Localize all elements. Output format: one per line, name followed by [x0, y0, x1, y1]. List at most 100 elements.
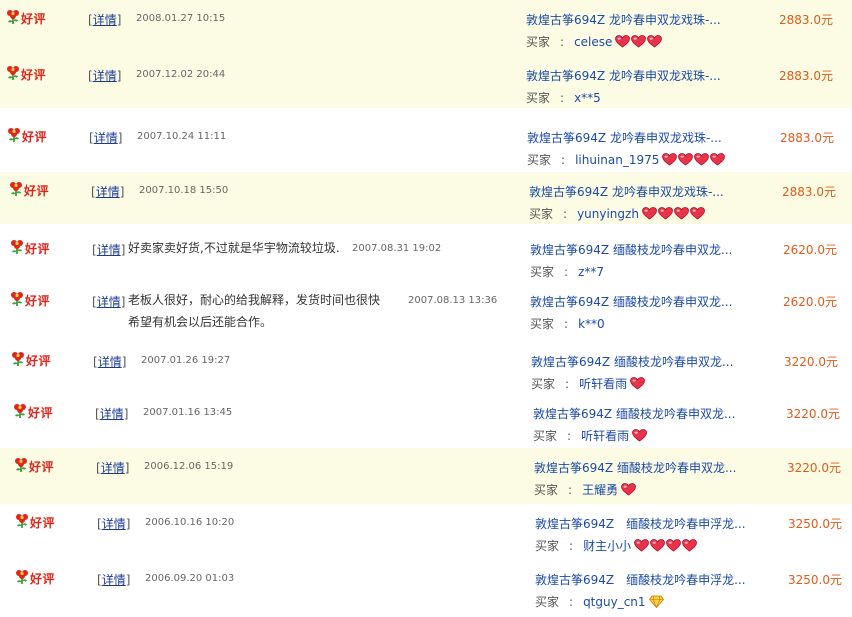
buyer-name[interactable]: 财主小小: [583, 537, 631, 554]
detail-link[interactable]: [详情]: [97, 515, 130, 532]
rating-label: 好评: [21, 68, 47, 82]
heart-icon: [650, 539, 665, 552]
detail-link[interactable]: [详情]: [89, 129, 122, 146]
price: 3220.0元: [784, 355, 838, 369]
detail-label[interactable]: 详情: [93, 69, 117, 83]
heart-icon: [666, 539, 681, 552]
rating-badge: 好评: [15, 513, 55, 532]
item-link[interactable]: 敦煌古筝694Z 缅酸枝龙吟春申双龙...: [531, 353, 733, 370]
item-link[interactable]: 敦煌古筝694Z 龙吟春申双龙戏珠-...: [526, 11, 721, 28]
buyer-name[interactable]: qtguy_cn1: [583, 595, 645, 609]
detail-label[interactable]: 详情: [97, 295, 121, 309]
price: 2883.0元: [779, 13, 833, 27]
detail-link[interactable]: [详情]: [88, 11, 121, 28]
buyer-name[interactable]: lihuinan_1975: [575, 153, 659, 167]
item-link[interactable]: 敦煌古筝694Z 缅酸枝龙吟春申双龙...: [533, 405, 735, 422]
buyer-info: 买家: yunyingzh: [529, 205, 706, 222]
flower-icon: [13, 403, 27, 422]
item-link[interactable]: 敦煌古筝694Z 龙吟春申双龙戏珠-...: [529, 183, 724, 200]
detail-link[interactable]: [详情]: [88, 67, 121, 84]
buyer-name[interactable]: x**5: [574, 91, 601, 105]
rating-label: 好评: [29, 460, 55, 474]
feedback-time: 2007.01.26 19:27: [141, 355, 231, 366]
feedback-list: 好评 [详情] 2008.01.27 10:15 敦煌古筝694Z 龙吟春申双龙戏珠-…: [0, 0, 852, 617]
heart-icon: [674, 207, 689, 220]
feedback-row: 好评 [详情] 2006.12.06 15:19 敦煌古筝694Z 缅酸枝龙吟春申双龙…: [0, 448, 852, 504]
detail-label[interactable]: 详情: [101, 461, 125, 475]
buyer-separator: :: [560, 90, 565, 105]
detail-link[interactable]: [详情]: [92, 241, 125, 258]
buyer-info: 买家: qtguy_cn1: [535, 593, 664, 610]
rating-label: 好评: [21, 12, 47, 26]
rating-badge: 好评: [6, 9, 46, 28]
price: 3220.0元: [786, 407, 840, 421]
item-link[interactable]: 敦煌古筝694Z 缅酸枝龙吟春申浮龙...: [535, 571, 746, 588]
item-link[interactable]: 敦煌古筝694Z 龙吟春申双龙戏珠-...: [526, 67, 721, 84]
buyer-separator: :: [568, 482, 573, 497]
rating-badge: 好评: [6, 65, 46, 84]
buyer-name[interactable]: 听轩看雨: [581, 427, 629, 444]
credit-hearts: [642, 207, 706, 220]
rating-label: 好评: [28, 406, 54, 420]
heart-icon: [647, 35, 663, 48]
heart-icon: [634, 539, 649, 552]
feedback-row: 好评 [详情] 老板人很好，耐心的给我解释，发货时间也很快 希望有机会以后还能合作。 2…: [0, 282, 852, 338]
buyer-name[interactable]: 王耀勇: [582, 481, 618, 498]
item-link[interactable]: 敦煌古筝694Z 缅酸枝龙吟春申双龙...: [530, 241, 732, 258]
buyer-info: 买家: 听轩看雨: [531, 375, 646, 392]
heart-icon: [662, 153, 678, 166]
item-link[interactable]: 敦煌古筝694Z 缅酸枝龙吟春申浮龙...: [535, 515, 746, 532]
detail-label[interactable]: 详情: [98, 355, 122, 369]
buyer-separator: :: [564, 264, 569, 279]
detail-label[interactable]: 详情: [93, 13, 117, 27]
buyer-name[interactable]: z**7: [578, 265, 604, 279]
buyer-name[interactable]: celese: [574, 35, 612, 49]
heart-icon: [642, 207, 657, 220]
rating-label: 好评: [24, 184, 50, 198]
detail-link[interactable]: [详情]: [92, 293, 125, 310]
detail-label[interactable]: 详情: [102, 517, 126, 531]
flower-icon: [9, 181, 23, 200]
feedback-time: 2006.12.06 15:19: [144, 461, 234, 472]
detail-label[interactable]: 详情: [100, 407, 124, 421]
detail-link[interactable]: [详情]: [93, 353, 126, 370]
detail-link[interactable]: [详情]: [96, 459, 129, 476]
buyer-info: 买家: celese: [526, 33, 663, 50]
feedback-time: 2007.12.02 20:44: [136, 69, 226, 80]
item-link[interactable]: 敦煌古筝694Z 缅酸枝龙吟春申双龙...: [534, 459, 736, 476]
buyer-info: 买家: x**5: [526, 89, 601, 106]
detail-label[interactable]: 详情: [97, 243, 121, 257]
feedback-time: 2007.08.13 13:36: [408, 295, 498, 306]
rating-label: 好评: [30, 572, 56, 586]
rating-badge: 好评: [15, 569, 55, 588]
diamond-icon: [648, 595, 664, 609]
detail-link[interactable]: [详情]: [97, 571, 130, 588]
buyer-name[interactable]: yunyingzh: [577, 207, 639, 221]
heart-icon: [658, 207, 673, 220]
detail-link[interactable]: [详情]: [91, 183, 124, 200]
detail-label[interactable]: 详情: [102, 573, 126, 587]
buyer-separator: :: [564, 316, 569, 331]
detail-link[interactable]: [详情]: [95, 405, 128, 422]
item-link[interactable]: 敦煌古筝694Z 缅酸枝龙吟春申双龙...: [530, 293, 732, 310]
item-link[interactable]: 敦煌古筝694Z 龙吟春申双龙戏珠-...: [527, 129, 722, 146]
feedback-time: 2007.08.31 19:02: [352, 243, 442, 254]
rating-badge: 好评: [10, 291, 50, 310]
rating-badge: 好评: [9, 181, 49, 200]
buyer-info: 买家: k**0: [530, 315, 605, 332]
detail-label[interactable]: 详情: [96, 185, 120, 199]
feedback-time: 2007.01.16 13:45: [143, 407, 233, 418]
feedback-row: 好评 [详情] 2007.10.24 11:11 敦煌古筝694Z 龙吟春申双龙戏珠-…: [0, 118, 852, 170]
price: 2620.0元: [783, 295, 837, 309]
buyer-name[interactable]: 听轩看雨: [579, 375, 627, 392]
price: 2620.0元: [783, 243, 837, 257]
buyer-label: 买家: [531, 377, 556, 391]
flower-icon: [14, 457, 28, 476]
feedback-row: 好评 [详情] 2006.09.20 01:03 敦煌古筝694Z 缅酸枝龙吟春申浮龙…: [0, 560, 852, 612]
flower-icon: [15, 513, 29, 532]
buyer-name[interactable]: k**0: [578, 317, 605, 331]
detail-label[interactable]: 详情: [94, 131, 118, 145]
rating-label: 好评: [26, 354, 52, 368]
credit-hearts: [630, 377, 646, 390]
feedback-time: 2006.09.20 01:03: [145, 573, 235, 584]
